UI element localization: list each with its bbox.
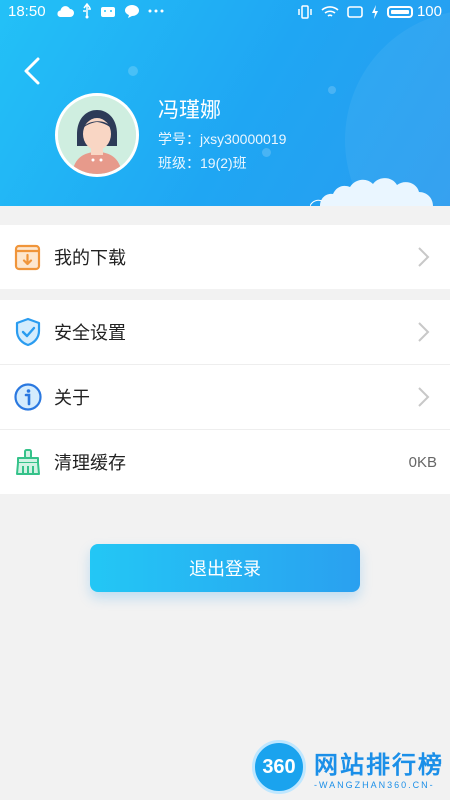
decor-bubble: [262, 148, 271, 157]
avatar: [55, 93, 139, 177]
usb-icon: [83, 3, 91, 19]
watermark: 360 网站排行榜 -WANGZHAN360.CN-: [252, 740, 444, 794]
screen-icon: [347, 5, 363, 18]
charging-icon: [371, 4, 378, 19]
menu-item-label: 清理缓存: [54, 453, 126, 473]
chevron-right-icon: [418, 322, 430, 342]
info-icon: [14, 383, 42, 411]
wifi-icon: [321, 5, 339, 17]
broom-icon: [16, 449, 40, 475]
cloud-icon: [57, 6, 74, 17]
menu-item-label: 关于: [54, 388, 90, 408]
battery-icon: [386, 5, 413, 18]
girl-avatar-icon: [58, 96, 136, 174]
watermark-subtitle: -WANGZHAN360.CN-: [314, 779, 435, 790]
cloud-decoration: [310, 178, 433, 206]
watermark-title: 网站排行榜: [314, 751, 444, 779]
back-button[interactable]: [18, 56, 48, 86]
menu-item-security[interactable]: 安全设置: [0, 300, 450, 365]
watermark-logo: 360: [252, 740, 306, 794]
profile-name: 冯瑾娜: [158, 99, 221, 122]
chevron-left-icon: [24, 57, 40, 85]
menu-item-label: 我的下载: [54, 248, 126, 268]
more-icon: [148, 9, 164, 13]
battery-level: 100: [416, 3, 442, 20]
cache-size: 0KB: [408, 453, 437, 471]
student-id: 学号：jxsy30000019: [158, 131, 287, 147]
battery-indicator: 100: [386, 3, 442, 20]
download-book-icon: [14, 244, 41, 271]
decor-bubble: [128, 66, 138, 76]
menu-group-downloads: 我的下载: [0, 225, 450, 289]
message-icon: [125, 5, 139, 18]
chevron-right-icon: [418, 387, 430, 407]
menu-item-clear-cache[interactable]: 清理缓存 0KB: [0, 430, 450, 494]
decor-bubble: [328, 86, 336, 94]
status-time: 18:50: [8, 3, 46, 20]
vibrate-icon: [298, 4, 312, 19]
menu-item-label: 安全设置: [54, 323, 126, 343]
profile-header: 18:50 100 冯瑾娜 学号：jxsy30000019 班级：19(2)班: [0, 0, 450, 206]
status-bar: 18:50 100: [0, 0, 450, 26]
class-label: 班级：19(2)班: [158, 155, 247, 171]
menu-group-settings: 安全设置 关于 清理缓存 0KB: [0, 300, 450, 494]
logout-button[interactable]: 退出登录: [90, 544, 360, 592]
menu-item-downloads[interactable]: 我的下载: [0, 225, 450, 289]
menu-item-about[interactable]: 关于: [0, 365, 450, 430]
shield-check-icon: [15, 317, 41, 347]
chevron-right-icon: [418, 247, 430, 267]
android-icon: [101, 7, 115, 17]
